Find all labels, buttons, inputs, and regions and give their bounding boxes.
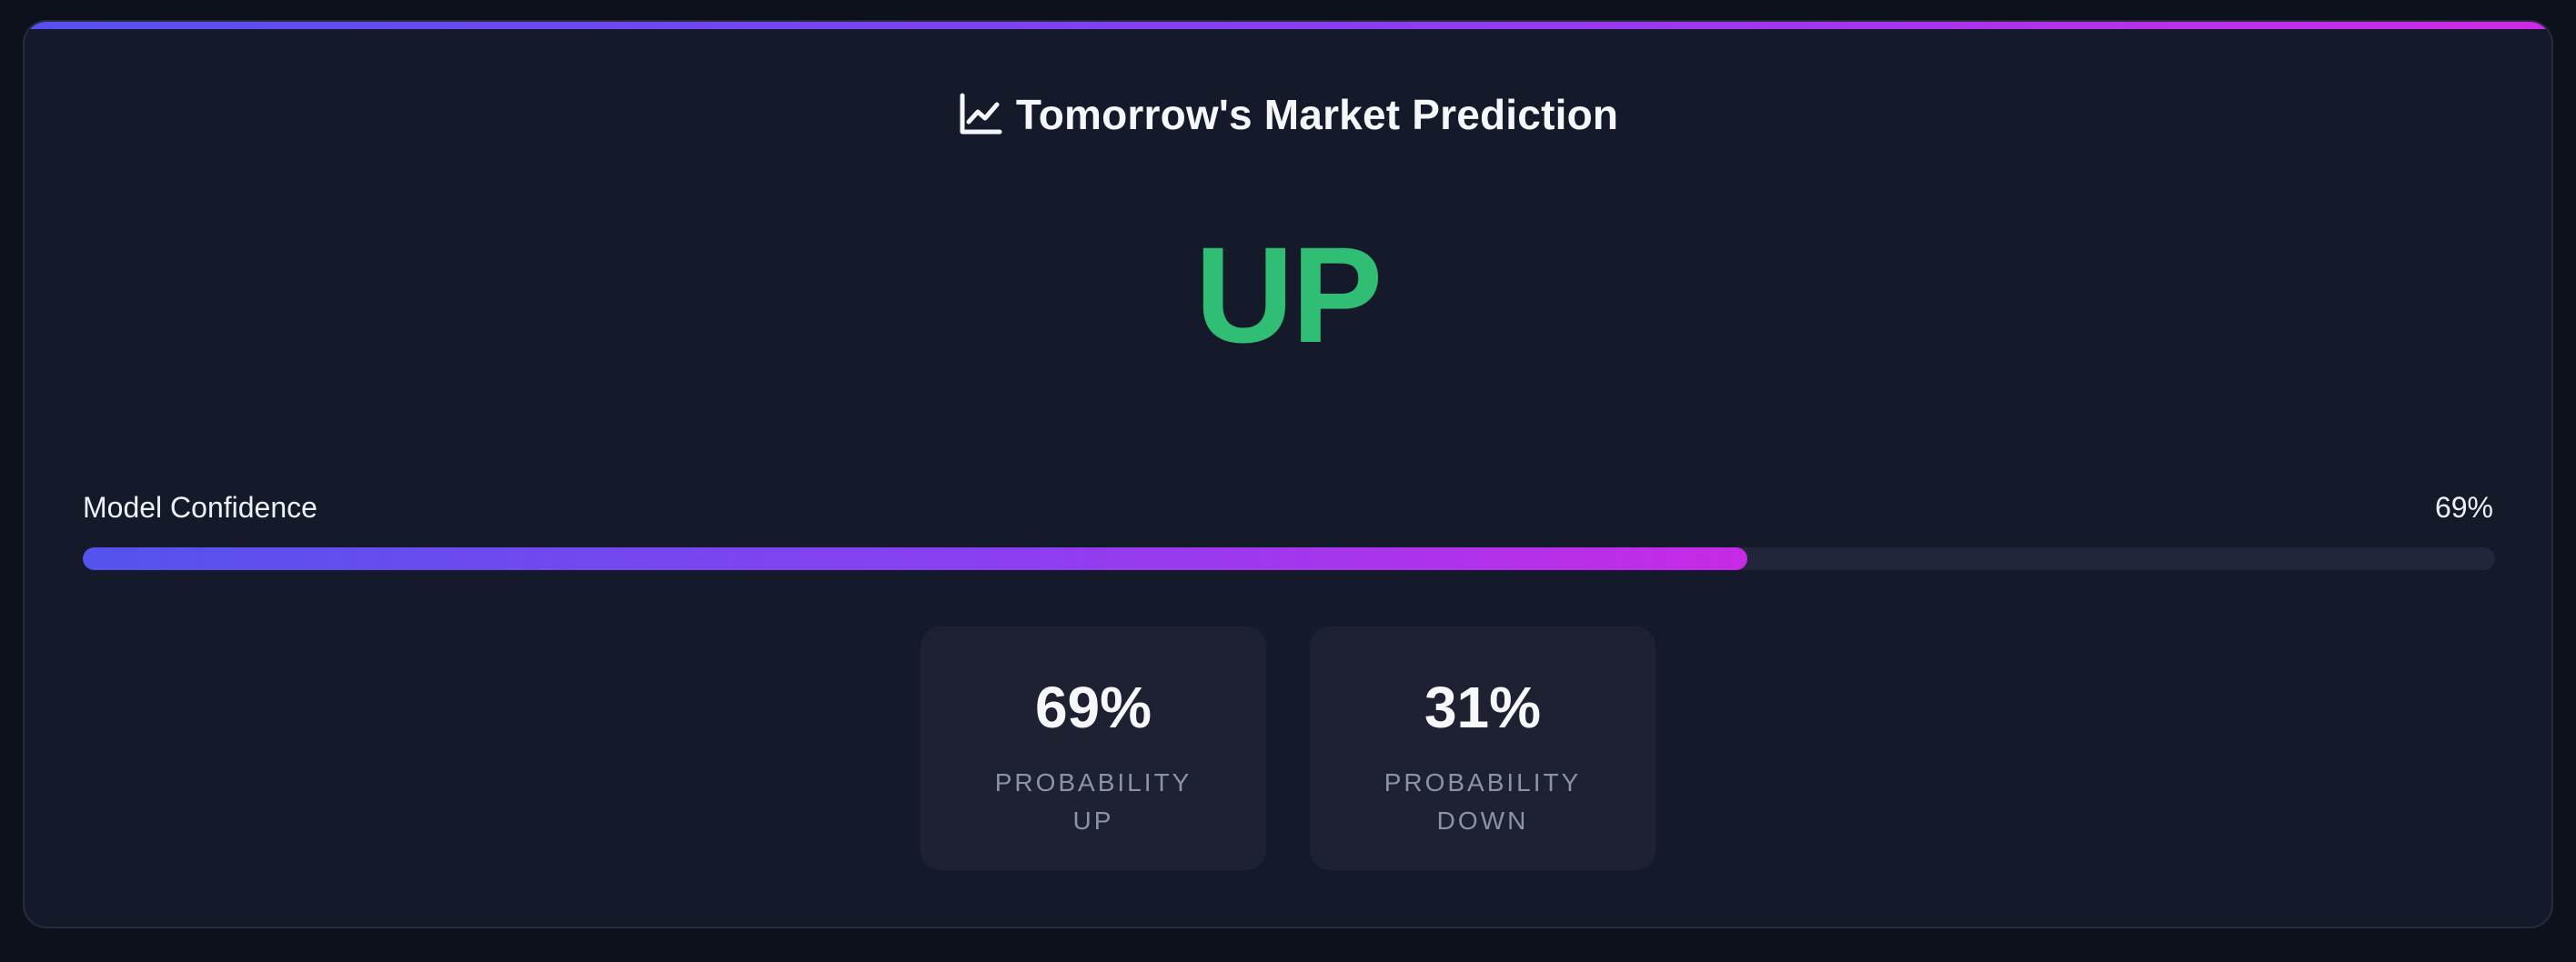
prediction-direction: UP: [1194, 218, 1383, 371]
confidence-value: 69%: [2434, 491, 2493, 524]
probability-down-label: PROBABILITY DOWN: [1384, 768, 1582, 835]
probability-up-value: 69%: [1034, 675, 1152, 740]
probability-down-card: 31% PROBABILITY DOWN: [1310, 626, 1655, 870]
trend-chart-icon: [958, 92, 1003, 137]
card-header: Tomorrow's Market Prediction: [25, 87, 2551, 142]
confidence-progress-fill: [83, 547, 1747, 570]
probability-down-value: 31%: [1424, 675, 1542, 740]
prediction-card: Tomorrow's Market Prediction UP Model Co…: [23, 20, 2553, 928]
confidence-progress-track: [83, 547, 2495, 570]
page-title: Tomorrow's Market Prediction: [1015, 91, 1619, 138]
top-gradient-accent: [25, 22, 2551, 29]
confidence-label: Model Confidence: [83, 491, 317, 524]
probability-up-label: PROBABILITY UP: [994, 768, 1192, 835]
probability-up-card: 69% PROBABILITY UP: [921, 626, 1266, 870]
probability-stats: 69% PROBABILITY UP 31% PROBABILITY DOWN: [25, 626, 2551, 870]
